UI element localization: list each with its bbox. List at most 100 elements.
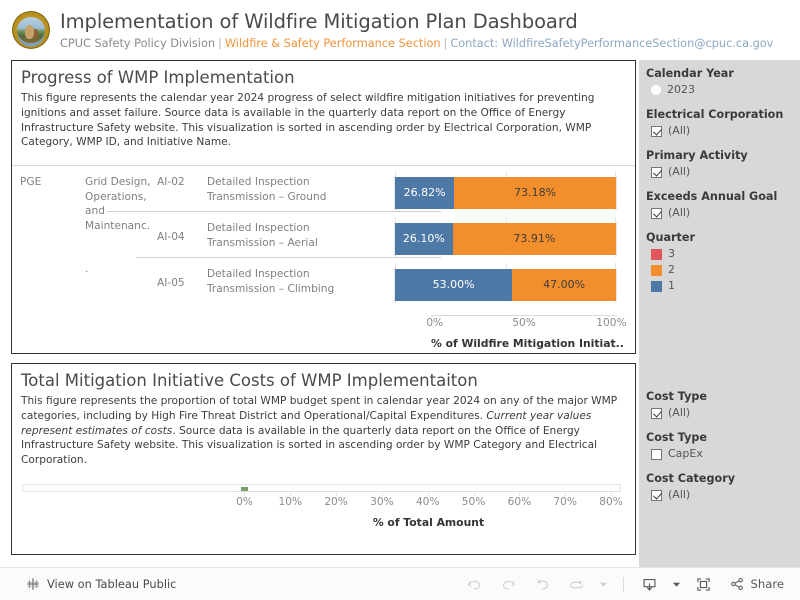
dashboard-body: Progress of WMP Implementation This figu… xyxy=(0,60,800,567)
costs-x-axis-title: % of Total Amount xyxy=(372,516,485,529)
viz-top-divider xyxy=(12,165,635,166)
checkbox-icon[interactable] xyxy=(651,207,662,219)
costs-x-tick-0: 0% xyxy=(236,496,253,508)
panel-total-mitigation-initiative-costs: Total Mitigation Initiative Costs of WMP… xyxy=(11,363,636,555)
panel-costs-description: This figure represents the proportion of… xyxy=(12,391,635,468)
bar-segment-quarter-2[interactable]: 73.91% xyxy=(452,223,616,255)
tableau-logo-icon xyxy=(26,577,40,591)
footer-toolbar-buttons: Share xyxy=(458,571,784,597)
filters-sidebar: Calendar Year 2023 Electrical Corporatio… xyxy=(639,60,800,567)
filter-item-capex[interactable]: CapEx xyxy=(646,446,800,462)
download-button[interactable] xyxy=(633,571,667,597)
legend-item-label: 1 xyxy=(668,279,675,292)
costs-x-tick-70: 70% xyxy=(553,496,577,508)
view-on-tableau-public-link[interactable]: View on Tableau Public xyxy=(26,577,176,591)
checkbox-icon[interactable] xyxy=(651,125,662,137)
filter-item-all[interactable]: (All) xyxy=(646,205,800,221)
table-row[interactable]: PGE Grid Design, Operations, and Mainten… xyxy=(12,170,635,232)
filter-item-all[interactable]: (All) xyxy=(646,123,800,139)
filter-item-all[interactable]: (All) xyxy=(646,164,800,180)
header-subtitle: CPUC Safety Policy Division | Wildfire & S… xyxy=(60,37,773,51)
legend-item-quarter-1[interactable]: 1 xyxy=(646,278,800,294)
share-icon xyxy=(729,576,745,592)
subtitle-contact-email[interactable]: Contact: WildfireSafetyPerformanceSectio… xyxy=(450,37,773,50)
toolbar-divider xyxy=(622,576,624,592)
filter-group-cost-type-capex: Cost Type CapEx xyxy=(646,430,800,462)
dashboard-header: Implementation of Wildfire Mitigation Pl… xyxy=(0,0,800,60)
legend-item-label: 3 xyxy=(668,247,675,260)
axis-tick-labels: 0% 50% 100% xyxy=(426,317,626,333)
download-dropdown-button[interactable] xyxy=(667,571,687,597)
initiative-line-2: Transmission – Climbing xyxy=(207,282,335,295)
bar-track: 53.00% 47.00% xyxy=(394,263,617,303)
filter-item-label: (All) xyxy=(668,488,691,501)
share-button[interactable]: Share xyxy=(721,576,784,592)
filter-item-all[interactable]: (All) xyxy=(646,405,800,421)
filter-item-label: (All) xyxy=(668,124,691,137)
redo-button[interactable] xyxy=(492,571,526,597)
refresh-dropdown-button[interactable] xyxy=(594,571,614,597)
costs-x-tick-50: 50% xyxy=(461,496,486,508)
initiative-line-1: Detailed Inspection xyxy=(207,268,310,280)
legend-item-quarter-2[interactable]: 2 xyxy=(646,262,800,278)
legend-item-quarter-3[interactable]: 3 xyxy=(646,246,800,262)
cell-wmp-category: Grid Design, Operations, and Maintenanc. xyxy=(85,176,151,232)
table-row[interactable]: AI-04 Detailed Inspection Transmission –… xyxy=(12,216,635,262)
panel-costs-title: Total Mitigation Initiative Costs of WMP… xyxy=(21,371,478,390)
color-swatch-icon xyxy=(651,280,662,292)
filter-group-electrical-corporation: Electrical Corporation (All) xyxy=(646,107,800,139)
panel-progress-title: Progress of WMP Implementation xyxy=(21,68,295,87)
row-divider-2 xyxy=(136,257,441,258)
progress-rows: PGE Grid Design, Operations, and Mainten… xyxy=(12,170,635,315)
cell-bar: 26.10% 73.91% xyxy=(392,216,635,262)
undo-button[interactable] xyxy=(458,571,492,597)
radio-icon[interactable] xyxy=(651,85,661,95)
costs-x-tick-40: 40% xyxy=(415,496,440,508)
revert-button[interactable] xyxy=(526,571,560,597)
cell-wmp-id: AI-04 xyxy=(157,231,185,243)
tableau-link-label: View on Tableau Public xyxy=(47,577,177,591)
fullscreen-button[interactable] xyxy=(687,571,721,597)
california-state-seal-icon xyxy=(12,11,50,49)
filter-group-calendar-year: Calendar Year 2023 xyxy=(646,66,800,98)
x-tick-100: 100% xyxy=(596,317,627,329)
cell-wmp-id: AI-05 xyxy=(157,277,185,289)
bar-segment-quarter-1[interactable]: 53.00% xyxy=(395,269,513,301)
cell-bar: 53.00% 47.00% xyxy=(392,262,635,308)
costs-x-tick-30: 30% xyxy=(370,496,394,508)
checkbox-icon[interactable] xyxy=(651,407,662,419)
bar-segment-quarter-1[interactable]: 26.10% xyxy=(395,223,453,255)
cell-initiative-name: Detailed Inspection Transmission – Climb… xyxy=(207,262,392,308)
filter-item-2023[interactable]: 2023 xyxy=(646,82,800,98)
filter-item-label: (All) xyxy=(668,165,691,178)
bar-track: 26.10% 73.91% xyxy=(394,217,617,257)
checkbox-icon[interactable] xyxy=(651,166,662,178)
filter-item-label: CapEx xyxy=(668,447,703,460)
progress-visualization: PGE Grid Design, Operations, and Mainten… xyxy=(12,165,635,353)
progress-x-axis: 0% 50% 100% % of Wildfire Mitigation Ini… xyxy=(12,315,635,350)
costs-x-tick-60: 60% xyxy=(507,496,532,508)
refresh-button[interactable] xyxy=(560,571,594,597)
x-tick-50: 50% xyxy=(512,317,536,329)
table-row[interactable]: . AI-05 Detailed Inspection Transmission… xyxy=(12,262,635,308)
bar-segment-quarter-1[interactable]: 26.82% xyxy=(395,177,455,209)
checkbox-icon[interactable] xyxy=(651,489,662,501)
bar-segment-quarter-2[interactable]: 73.18% xyxy=(454,177,616,209)
costs-x-tick-10: 10% xyxy=(278,496,303,508)
filter-title: Cost Type xyxy=(646,390,707,403)
filter-title: Primary Activity xyxy=(646,149,748,162)
checkbox-icon[interactable] xyxy=(651,448,662,460)
filter-title: Exceeds Annual Goal xyxy=(646,190,778,203)
filter-group-exceeds-annual-goal: Exceeds Annual Goal (All) xyxy=(646,189,800,221)
initiative-line-2: Transmission – Ground xyxy=(207,190,327,203)
filter-item-all[interactable]: (All) xyxy=(646,487,800,503)
bar-segment-quarter-2[interactable]: 47.00% xyxy=(512,269,616,301)
subtitle-section-link[interactable]: Wildfire & Safety Performance Section xyxy=(225,37,441,50)
progress-x-axis-title: % of Wildfire Mitigation Initiat.. xyxy=(431,337,624,350)
subtitle-separator-1: | xyxy=(218,37,222,50)
panel-progress-of-wmp-implementation: Progress of WMP Implementation This figu… xyxy=(11,60,636,354)
filter-group-cost-type-all: Cost Type (All) xyxy=(646,389,800,421)
panel-progress-description: This figure represents the calendar year… xyxy=(21,92,595,149)
filter-title: Electrical Corporation xyxy=(646,108,784,121)
share-label: Share xyxy=(750,577,784,591)
